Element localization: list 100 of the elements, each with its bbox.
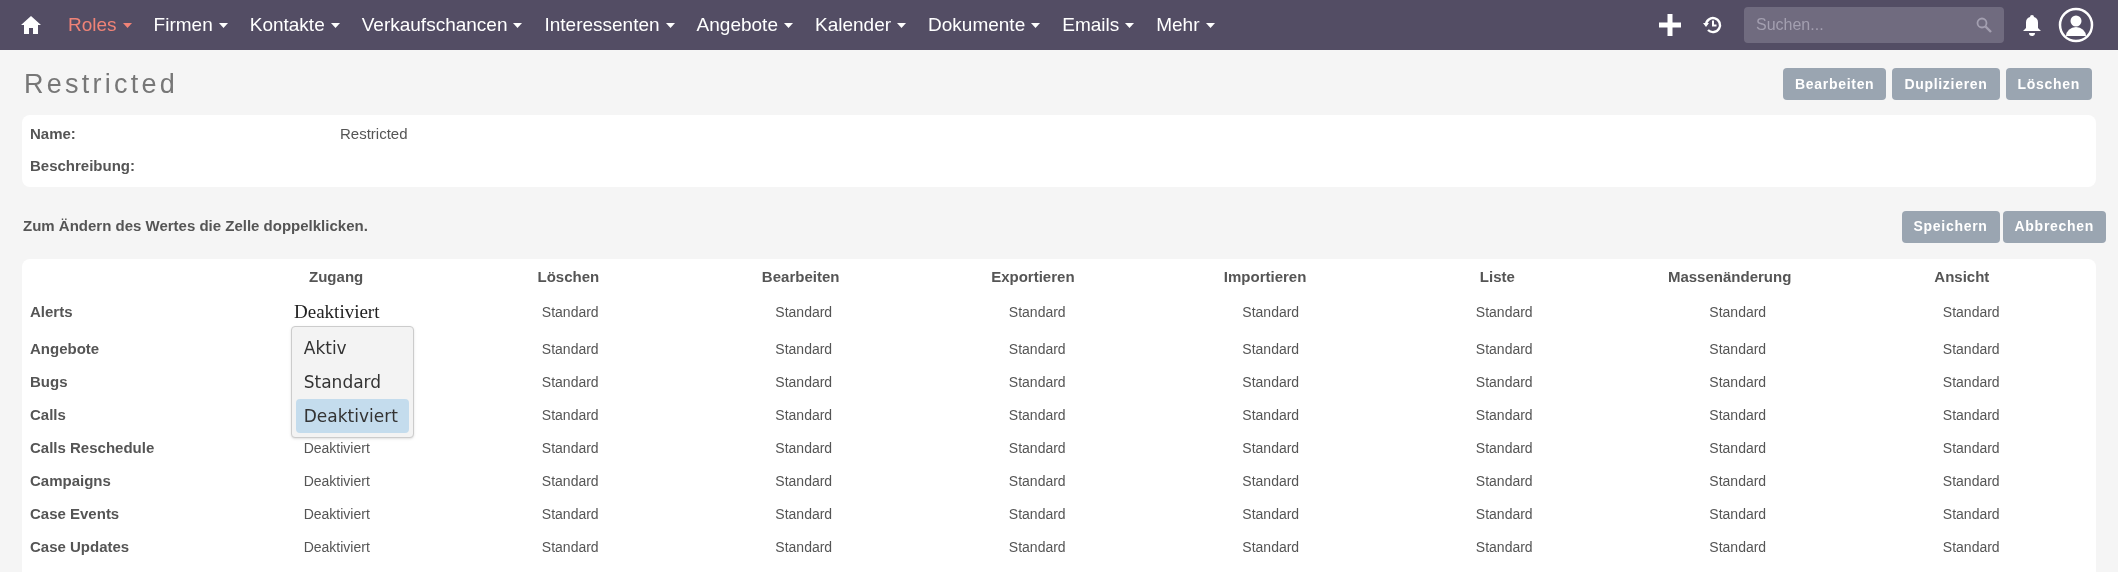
table-cell[interactable]: Standard: [1242, 371, 1300, 393]
table-cell[interactable]: Standard: [1008, 437, 1066, 459]
table-cell[interactable]: Standard: [1709, 371, 1767, 393]
column-header: Bearbeiten: [761, 267, 840, 288]
table-cell[interactable]: Standard: [1008, 470, 1066, 492]
column-header: Liste: [1479, 267, 1515, 288]
table-cell[interactable]: Standard: [1242, 470, 1300, 492]
row-label: Case Events: [30, 503, 120, 524]
field-label: Name:: [30, 124, 77, 145]
table-cell[interactable]: Standard: [1475, 404, 1533, 426]
table-cell[interactable]: Standard: [1942, 470, 2000, 492]
bell-icon[interactable]: [2022, 14, 2042, 36]
nav-menu-item[interactable]: Verkaufschancen: [361, 10, 523, 40]
table-cell[interactable]: Standard: [1242, 404, 1300, 426]
row-label: Campaigns: [30, 470, 111, 491]
table-cell[interactable]: Standard: [1008, 371, 1066, 393]
nav-menu-item[interactable]: Kontakte: [249, 10, 340, 40]
table-cell[interactable]: Standard: [541, 437, 599, 459]
caret-icon: [330, 22, 340, 28]
table-cell[interactable]: Standard: [1475, 503, 1533, 525]
table-cell[interactable]: Standard: [1242, 536, 1300, 558]
table-cell[interactable]: Standard: [1942, 437, 2000, 459]
table-cell[interactable]: Standard: [1475, 470, 1533, 492]
table-cell[interactable]: Standard: [1942, 404, 2000, 426]
table-cell[interactable]: Standard: [541, 536, 599, 558]
dropdown-option[interactable]: Deaktiviert: [295, 399, 409, 434]
caret-icon: [218, 22, 228, 28]
table-cell[interactable]: Deaktiviert: [303, 503, 370, 525]
instruction-text: Zum Ändern des Wertes die Zelle doppelklicken.: [23, 216, 368, 237]
home-icon[interactable]: [20, 15, 42, 35]
table-cell[interactable]: Standard: [1942, 302, 2000, 323]
table-cell[interactable]: Deaktiviert: [303, 470, 370, 492]
table-cell[interactable]: Standard: [1008, 404, 1066, 426]
column-header: Zugang: [309, 267, 364, 288]
table-cell[interactable]: Standard: [1008, 503, 1066, 525]
edited-cell-value[interactable]: Deaktiviert: [294, 298, 380, 327]
table-cell[interactable]: Standard: [1709, 338, 1767, 360]
table-cell[interactable]: Standard: [775, 302, 833, 323]
caret-icon: [122, 22, 132, 28]
user-avatar-icon[interactable]: [2058, 7, 2094, 43]
nav-menu-item[interactable]: Dokumente: [928, 10, 1041, 40]
nav-menu-item[interactable]: Firmen: [153, 10, 228, 40]
table-cell[interactable]: Standard: [1942, 371, 2000, 393]
table-cell[interactable]: Standard: [1475, 536, 1533, 558]
row-label: Calls Reschedule: [30, 437, 155, 458]
table-cell[interactable]: Standard: [541, 404, 599, 426]
nav-menu-item[interactable]: Interessenten: [544, 10, 675, 40]
table-cell[interactable]: Standard: [1008, 536, 1066, 558]
history-icon[interactable]: [1702, 14, 1724, 36]
table-cell[interactable]: Standard: [775, 503, 833, 525]
table-cell[interactable]: Standard: [1709, 437, 1767, 459]
table-cell[interactable]: Standard: [1008, 338, 1066, 360]
table-cell[interactable]: Standard: [1942, 338, 2000, 360]
column-header: Exportieren: [991, 267, 1075, 288]
nav-menu-item[interactable]: Angebote: [696, 10, 793, 40]
table-cell[interactable]: Standard: [1475, 302, 1533, 323]
column-header: Importieren: [1223, 267, 1307, 288]
table-cell[interactable]: Standard: [1942, 503, 2000, 525]
dropdown-option[interactable]: Standard: [295, 365, 409, 400]
table-cell[interactable]: Standard: [1709, 536, 1767, 558]
nav-menu-item[interactable]: Kalender: [814, 10, 907, 40]
search-icon: [1976, 17, 1992, 33]
plus-icon[interactable]: [1658, 13, 1682, 37]
table-cell[interactable]: Deaktiviert: [303, 536, 370, 558]
table-cell[interactable]: Standard: [1709, 503, 1767, 525]
caret-icon: [513, 22, 523, 28]
table-cell[interactable]: Standard: [1008, 302, 1066, 323]
dropdown-option[interactable]: Aktiv: [295, 331, 409, 366]
table-cell[interactable]: Standard: [1709, 470, 1767, 492]
column-header: Löschen: [537, 267, 600, 288]
table-cell[interactable]: Standard: [775, 404, 833, 426]
table-cell[interactable]: Standard: [1709, 302, 1767, 323]
table-cell[interactable]: Standard: [775, 536, 833, 558]
table-cell[interactable]: Standard: [1475, 437, 1533, 459]
table-cell[interactable]: Standard: [775, 338, 833, 360]
table-cell[interactable]: Standard: [1242, 503, 1300, 525]
row-label: Alerts: [30, 302, 73, 323]
caret-icon: [1205, 22, 1215, 28]
nav-menu-item[interactable]: Mehr: [1156, 10, 1215, 40]
table-cell[interactable]: Standard: [1475, 371, 1533, 393]
table-cell[interactable]: Standard: [1242, 302, 1300, 323]
table-cell[interactable]: Standard: [541, 338, 599, 360]
table-cell[interactable]: Standard: [1942, 536, 2000, 558]
table-cell[interactable]: Standard: [775, 371, 833, 393]
column-header: Ansicht: [1934, 267, 1990, 288]
table-cell[interactable]: Standard: [541, 503, 599, 525]
table-cell[interactable]: Standard: [775, 470, 833, 492]
field-value: Restricted: [340, 124, 408, 145]
table-cell[interactable]: Standard: [775, 437, 833, 459]
table-cell[interactable]: Standard: [541, 302, 599, 323]
table-cell[interactable]: Standard: [541, 371, 599, 393]
table-cell[interactable]: Standard: [1242, 338, 1300, 360]
row-label: Calls: [30, 404, 66, 425]
nav-menu-item[interactable]: Emails: [1062, 10, 1135, 40]
table-cell[interactable]: Deaktiviert: [303, 437, 370, 459]
table-cell[interactable]: Standard: [1709, 404, 1767, 426]
table-cell[interactable]: Standard: [1242, 437, 1300, 459]
table-cell[interactable]: Standard: [1475, 338, 1533, 360]
table-cell[interactable]: Standard: [541, 470, 599, 492]
caret-icon: [783, 22, 793, 28]
